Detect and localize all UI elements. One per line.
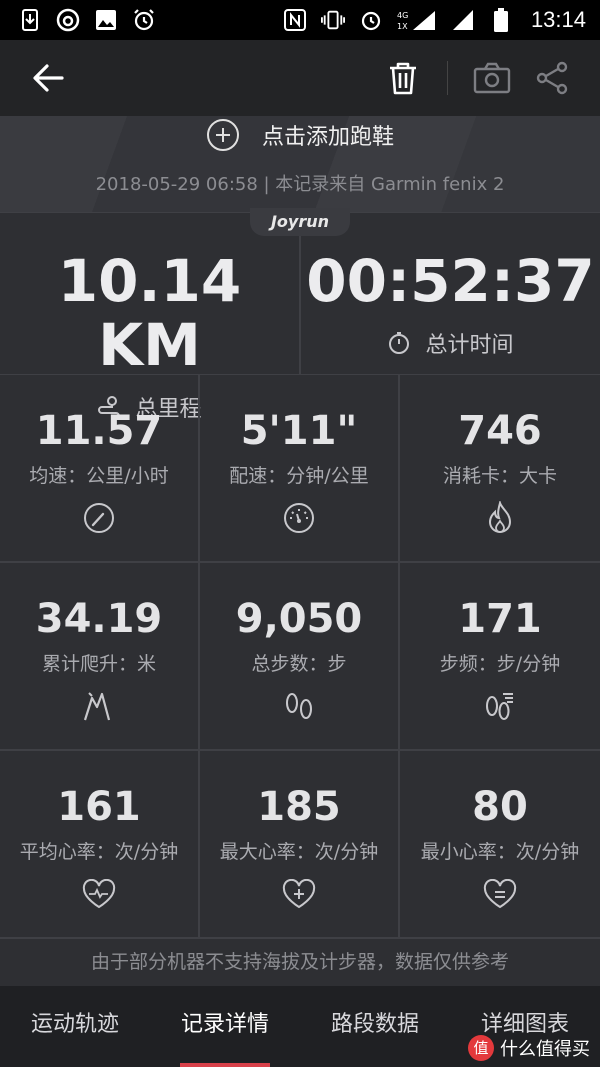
stopwatch-icon xyxy=(389,332,410,354)
stat-elevation-gain: 34.19 累计爬升：米 xyxy=(0,563,200,751)
back-button[interactable] xyxy=(18,48,78,108)
summary-section: 10.14 KM 总里程 00:52:37 总计时间 xyxy=(0,212,600,422)
music-app-icon xyxy=(56,8,80,32)
stat-label: 配速：分钟/公里 xyxy=(229,465,369,487)
footprints-icon xyxy=(286,693,312,719)
status-bar: 4G 1X 13:14 xyxy=(0,0,600,40)
stat-max-heart-rate: 185 最大心率：次/分钟 xyxy=(200,751,400,939)
total-time-label: 总计时间 xyxy=(425,333,514,358)
signal-icon xyxy=(451,8,475,32)
stat-label: 最大心率：次/分钟 xyxy=(219,841,379,863)
stat-avg-heart-rate: 161 平均心率：次/分钟 xyxy=(0,751,200,939)
stat-label: 累计爬升：米 xyxy=(41,653,156,675)
record-header: 点击添加跑鞋 2018-05-29 06:58 | 本记录来自 Garmin f… xyxy=(0,116,600,212)
stat-avg-speed: 11.57 均速：公里/小时 xyxy=(0,375,200,563)
total-distance: 10.14 KM 总里程 xyxy=(0,213,299,422)
stat-value: 746 xyxy=(458,408,542,454)
stat-label: 总步数：步 xyxy=(251,653,347,675)
heart-plus-icon xyxy=(282,879,316,909)
stat-value: 5'11" xyxy=(240,408,358,454)
flame-icon xyxy=(488,501,512,533)
share-icon xyxy=(536,61,568,95)
tab-record-details[interactable]: 记录详情 xyxy=(150,986,300,1067)
joyrun-brand-tag: Joyrun xyxy=(250,208,350,236)
total-time-value: 00:52:37 xyxy=(306,247,595,315)
stat-label: 最小心率：次/分钟 xyxy=(420,841,580,863)
toolbar-divider xyxy=(447,61,448,95)
stats-grid: 11.57 均速：公里/小时 5'11" 配速：分钟/公里 746 消耗卡：大卡… xyxy=(0,375,600,939)
svg-text:1X: 1X xyxy=(397,22,408,31)
add-shoe-label: 点击添加跑鞋 xyxy=(261,125,394,150)
mountain-icon xyxy=(83,692,111,721)
heart-minus-icon xyxy=(483,879,517,909)
status-time: 13:14 xyxy=(530,7,586,32)
stat-label: 平均心率：次/分钟 xyxy=(19,841,179,863)
stat-pace: 5'11" 配速：分钟/公里 xyxy=(200,375,400,563)
total-time: 00:52:37 总计时间 xyxy=(299,213,600,374)
plus-circle-icon xyxy=(206,119,239,151)
download-notification-icon xyxy=(18,8,42,32)
stat-min-heart-rate: 80 最小心率：次/分钟 xyxy=(400,751,600,939)
svg-text:4G: 4G xyxy=(397,11,408,20)
nfc-icon xyxy=(283,8,307,32)
stat-value: 161 xyxy=(57,784,141,830)
stat-value: 185 xyxy=(257,784,341,830)
stat-value: 80 xyxy=(472,784,528,830)
gallery-icon xyxy=(94,8,118,32)
camera-icon xyxy=(473,62,511,94)
total-distance-value: 10.14 KM xyxy=(57,247,242,379)
total-time-label-row: 总计时间 xyxy=(301,327,600,359)
stat-label: 消耗卡：大卡 xyxy=(442,465,557,487)
stat-value: 9,050 xyxy=(235,596,363,642)
pace-gauge-icon xyxy=(284,503,314,533)
stat-cadence: 171 步频：步/分钟 xyxy=(400,563,600,751)
battery-icon xyxy=(489,8,513,32)
tab-track[interactable]: 运动轨迹 xyxy=(0,986,150,1067)
app-bar xyxy=(0,40,600,116)
alarm-icon xyxy=(132,8,156,32)
stat-value: 171 xyxy=(458,596,542,642)
stat-steps: 9,050 总步数：步 xyxy=(200,563,400,751)
data-disclaimer: 由于部分机器不支持海拔及计步器，数据仅供参考 xyxy=(90,951,509,973)
camera-button[interactable] xyxy=(462,48,522,108)
cadence-icon xyxy=(486,693,513,720)
alarm-status-icon xyxy=(359,8,383,32)
signal-4g-icon: 4G 1X xyxy=(397,8,437,32)
vibrate-icon xyxy=(320,8,345,32)
heart-pulse-icon xyxy=(82,879,116,909)
add-shoe-button[interactable]: 点击添加跑鞋 xyxy=(0,116,600,154)
trash-icon xyxy=(390,62,416,95)
stat-label: 步频：步/分钟 xyxy=(439,653,561,675)
share-button[interactable] xyxy=(522,48,582,108)
stat-value: 11.57 xyxy=(35,408,163,454)
stat-value: 34.19 xyxy=(35,596,163,642)
speedometer-icon xyxy=(84,503,114,533)
watermark: 值 什么值得买 xyxy=(468,1035,590,1061)
record-source: 2018-05-29 06:58 | 本记录来自 Garmin fenix 2 xyxy=(95,174,505,195)
stat-label: 均速：公里/小时 xyxy=(29,465,169,487)
watermark-text: 什么值得买 xyxy=(500,1039,590,1060)
tab-split-data[interactable]: 路段数据 xyxy=(300,986,450,1067)
delete-button[interactable] xyxy=(373,48,433,108)
watermark-badge: 值 xyxy=(468,1035,494,1061)
back-arrow-icon xyxy=(33,64,64,92)
stat-calories: 746 消耗卡：大卡 xyxy=(400,375,600,563)
